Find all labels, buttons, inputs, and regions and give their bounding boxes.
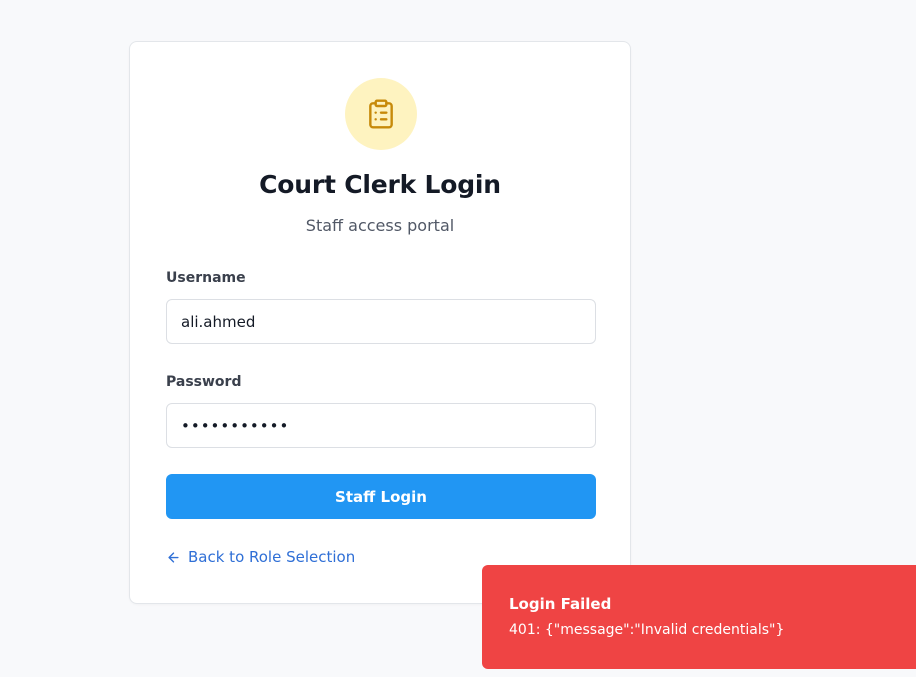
login-card: Court Clerk Login Staff access portal Us… [129,41,631,604]
arrow-left-icon [168,551,179,563]
username-label: Username [166,270,246,286]
clipboard-list-icon [369,99,393,129]
page-title: Court Clerk Login [259,170,501,199]
back-link-label: Back to Role Selection [188,548,356,566]
staff-login-button[interactable]: Staff Login [166,474,596,519]
clipboard-icon-badge [345,78,417,150]
back-to-role-selection-link[interactable]: Back to Role Selection [166,548,355,566]
password-label: Password [166,374,242,390]
toast-title: Login Failed [509,595,612,613]
toast-message: 401: {"message":"Invalid credentials"} [509,622,785,638]
username-field[interactable] [166,299,596,344]
error-toast[interactable]: Login Failed 401: {"message":"Invalid cr… [482,565,916,669]
page-subtitle: Staff access portal [305,216,455,235]
password-field[interactable] [166,403,596,448]
